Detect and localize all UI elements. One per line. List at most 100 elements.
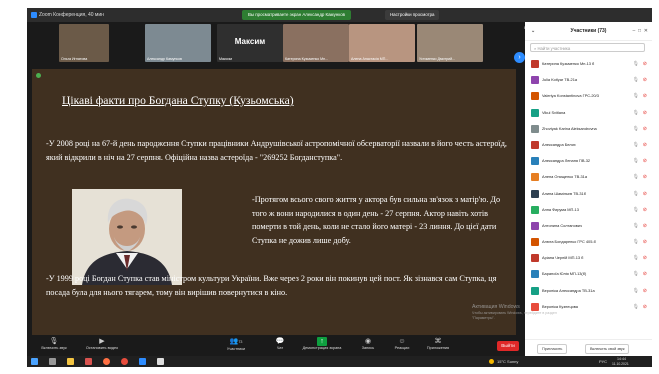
participant-name: Вероніка Александра ТВ-31а [542, 287, 595, 293]
participant-avatar [531, 76, 539, 85]
participant-name: Vikul Svitlana [542, 109, 566, 115]
video-off-icon: ⊘ [642, 158, 647, 165]
invite-button[interactable]: Пригласить [537, 344, 568, 354]
microphone-icon: 🎙 [632, 206, 639, 213]
video-off-icon: ⊘ [642, 109, 647, 116]
participant-row[interactable]: Алина Шамільєв ТВ-31б 🎙 ⊘ [525, 186, 652, 202]
participants-count: 73 [238, 340, 243, 344]
window-controls[interactable]: – □ ✕ [632, 22, 648, 40]
participants-button[interactable]: 👥73 Участники [213, 337, 259, 351]
participant-list: Катерина Кузьменко Мп-13 б 🎙 ⊘ Julia Kotlya… [525, 56, 652, 315]
participant-avatar [531, 221, 539, 230]
participant-row[interactable]: Valeriya Konstantinova ГРС-20/3 🎙 ⊘ [525, 88, 652, 104]
microphone-icon: 🎙 [632, 271, 639, 278]
file-explorer-icon[interactable] [67, 358, 74, 365]
activation-text-2: "Параметры". [472, 316, 495, 321]
weather-sun-icon [489, 358, 494, 364]
app-icon[interactable] [85, 358, 92, 365]
microphone-icon: 🎙 [632, 141, 639, 148]
participant-avatar [531, 157, 539, 166]
participant-avatar [531, 286, 539, 295]
participant-thumbnail[interactable]: Катерина Кузьменко Мп... [283, 24, 349, 62]
participant-avatar [531, 124, 539, 133]
microphone-icon: 🎙 [632, 174, 639, 181]
stop-video-label: Остановить видео [85, 346, 119, 350]
video-off-icon: ⊘ [642, 141, 647, 148]
opera-icon[interactable] [121, 358, 128, 365]
participant-row[interactable]: Аріана Чернiй МП-13 б 🎙 ⊘ [525, 250, 652, 266]
participant-thumbnail[interactable]: Максим Максим [217, 24, 283, 62]
participant-avatar [531, 205, 539, 214]
chat-button[interactable]: 💬 Чат [257, 337, 303, 350]
notes-icon[interactable] [157, 358, 164, 365]
video-off-icon: ⊘ [642, 77, 647, 84]
video-off-icon: ⊘ [642, 287, 647, 294]
participant-name: Zhovtyak Karina Aleksandrovna [542, 125, 597, 131]
video-off-icon: ⊘ [642, 222, 647, 229]
participant-search-input[interactable]: ⌕ Найти участника [530, 43, 645, 52]
participants-panel-footer: Пригласить Включить свой звук [525, 339, 652, 356]
microphone-icon: 🎙 [632, 158, 639, 165]
video-off-icon: ⊘ [642, 190, 647, 197]
share-screen-button[interactable]: ↑ Демонстрация экрана [299, 337, 345, 350]
participant-name: Valeriya Konstantinova ГРС-20/3 [542, 93, 599, 99]
participant-name: Александра Белих [542, 141, 576, 147]
participant-thumbnail[interactable]: Ольга Игнатова [59, 24, 109, 62]
participant-row[interactable]: Алена Онищенко ТВ-31а 🎙 ⊘ [525, 169, 652, 185]
participant-thumbnail[interactable]: Устименко Дмитрий... [417, 24, 483, 62]
shared-screen-slide: Цікаві факти про Богдана Ступку (Кузьомс… [32, 69, 516, 335]
unmute-button[interactable]: 🎙 Включить звук [31, 337, 77, 350]
participants-icon: 👥73 [229, 338, 243, 345]
participant-name: Аріана Чернiй МП-13 б [542, 255, 584, 261]
participant-row[interactable]: Антонина Солтанович 🎙 ⊘ [525, 218, 652, 234]
slide-paragraph-1: -У 2008 році на 67-й день пароджєння Сту… [46, 139, 507, 162]
next-page-arrow-icon[interactable]: › [514, 52, 525, 63]
participant-row[interactable]: Zhovtyak Karina Aleksandrovna 🎙 ⊘ [525, 121, 652, 137]
participant-row[interactable]: Vikul Svitlana 🎙 ⊘ [525, 105, 652, 121]
participant-row[interactable]: Александра Белих 🎙 ⊘ [525, 137, 652, 153]
participant-row[interactable]: Катерина Кузьменко Мп-13 б 🎙 ⊘ [525, 56, 652, 72]
zoom-taskbar-icon[interactable] [139, 358, 146, 365]
microphone-icon: 🎙 [632, 239, 639, 246]
participant-name: Анна Фирума МП-13 [542, 206, 579, 212]
search-placeholder: Найти участника [537, 46, 571, 51]
record-label: Запись [361, 346, 375, 350]
windows-taskbar: 15°C Sunny РУС 14:44 11.10.2021 [27, 356, 652, 367]
participant-row[interactable]: Анюта Бондаренко ГРС 405-б 🎙 ⊘ [525, 234, 652, 250]
participant-row[interactable]: Вероніка Александра ТВ-31а 🎙 ⊘ [525, 283, 652, 299]
view-options-button[interactable]: Настройки просмотра [385, 10, 440, 20]
share-screen-label: Демонстрация экрана [302, 346, 342, 350]
encryption-shield-icon [36, 73, 41, 78]
participant-row[interactable]: Julia Kotlyar ТВ-21а 🎙 ⊘ [525, 72, 652, 88]
participant-avatar [531, 140, 539, 149]
video-off-icon: ⊘ [642, 239, 647, 246]
video-off-icon: ⊘ [642, 206, 647, 213]
unmute-self-button[interactable]: Включить свой звук [585, 344, 630, 354]
participant-name: Александра Лепаня ПВ-32 [542, 158, 591, 164]
participant-row[interactable]: Анна Фирума МП-13 🎙 ⊘ [525, 202, 652, 218]
video-thumbnail-strip: Ольга Игнатова Александр Камунков Максим… [27, 22, 525, 66]
leave-meeting-button[interactable]: Выйти [497, 341, 519, 351]
participant-row[interactable]: Бараноїа Юлія МП-13(б) 🎙 ⊘ [525, 266, 652, 282]
chevron-down-icon[interactable]: ⌄ [531, 22, 535, 40]
apps-icon: ⌘ [434, 338, 442, 345]
microphone-icon: 🎙 [632, 109, 639, 116]
microphone-icon: 🎙 [632, 222, 639, 229]
slide-title: Цікаві факти про Богдана Ступку (Кузьомс… [62, 94, 294, 107]
participant-name: Катерина Кузьменко Мп-13 б [542, 61, 595, 66]
participant-thumbnail[interactable]: Александр Камунков [145, 24, 211, 62]
participant-row[interactable]: Александра Лепаня ПВ-32 🎙 ⊘ [525, 153, 652, 169]
video-camera-icon: ▶ [99, 338, 105, 345]
unmute-label: Включить звук [41, 346, 67, 350]
participant-thumbnail[interactable]: Алена Анастасія МП... [349, 24, 415, 62]
microphone-icon: 🎙 [632, 190, 639, 197]
stop-video-button[interactable]: ▶ Остановить видео [79, 337, 125, 350]
search-icon[interactable] [49, 358, 56, 365]
apps-button[interactable]: ⌘ Приложения [415, 337, 461, 350]
video-off-icon: ⊘ [642, 255, 647, 262]
windows-start-icon[interactable] [31, 358, 38, 365]
firefox-icon[interactable] [103, 358, 110, 365]
weather-status[interactable]: 15°C Sunny [497, 359, 518, 364]
keyboard-language[interactable]: РУС [599, 359, 607, 364]
microphone-icon: 🎙 [632, 77, 639, 84]
